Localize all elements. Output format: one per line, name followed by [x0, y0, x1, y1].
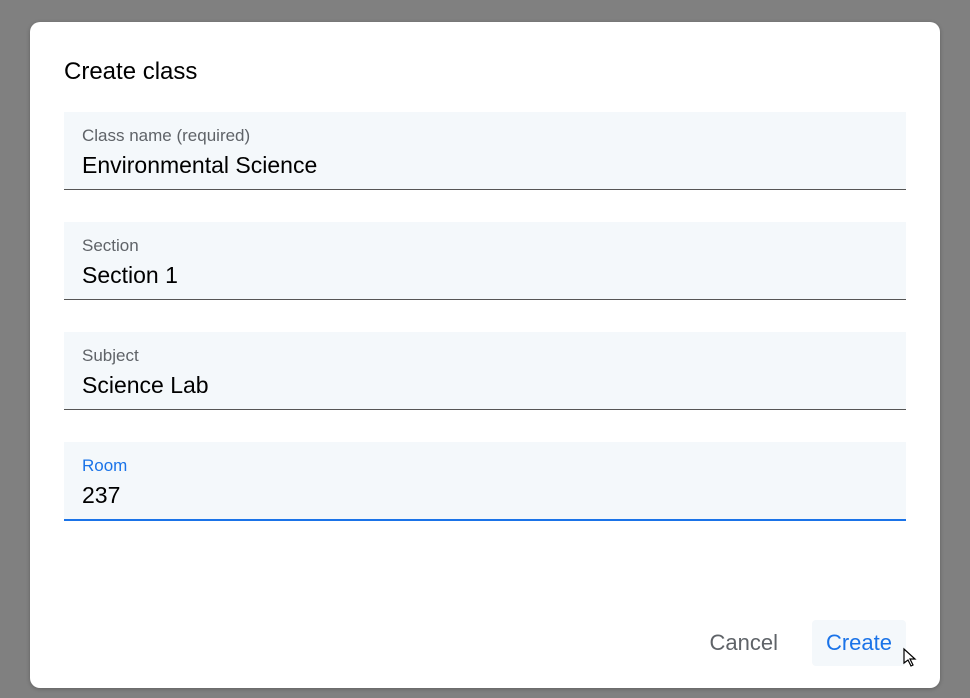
- form-fields: Class name (required) Section Subject Ro…: [64, 112, 906, 616]
- section-label: Section: [82, 236, 888, 256]
- section-input[interactable]: [82, 262, 888, 289]
- subject-field[interactable]: Subject: [64, 332, 906, 410]
- dialog-title: Create class: [64, 58, 906, 86]
- subject-input[interactable]: [82, 372, 888, 399]
- room-label: Room: [82, 456, 888, 476]
- class-name-label: Class name (required): [82, 126, 888, 146]
- dialog-actions: Cancel Create: [64, 616, 906, 666]
- room-input[interactable]: [82, 482, 888, 509]
- subject-label: Subject: [82, 346, 888, 366]
- create-button[interactable]: Create: [812, 620, 906, 666]
- create-class-dialog: Create class Class name (required) Secti…: [30, 22, 940, 688]
- class-name-input[interactable]: [82, 152, 888, 179]
- section-field[interactable]: Section: [64, 222, 906, 300]
- room-field[interactable]: Room: [64, 442, 906, 521]
- cancel-button[interactable]: Cancel: [695, 620, 791, 666]
- class-name-field[interactable]: Class name (required): [64, 112, 906, 190]
